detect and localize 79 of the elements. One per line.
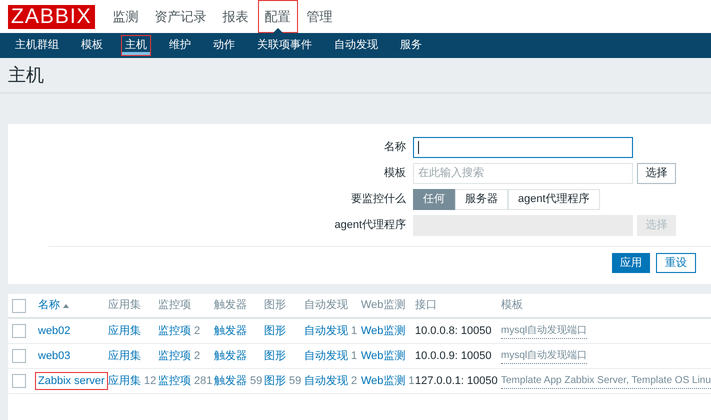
interface-cell: 127.0.0.1: 10050 — [415, 374, 498, 387]
template-search-field[interactable]: 在此输入搜索 — [413, 162, 633, 184]
sub-menu-item[interactable]: 模板 — [77, 35, 107, 56]
page-title: 主机 — [8, 64, 44, 86]
sub-menu-item[interactable]: 主机群组 — [11, 35, 63, 56]
column-header[interactable]: 监控项 — [158, 297, 191, 314]
link-count: 59 — [289, 374, 302, 389]
main-menu-item[interactable]: 监测 — [106, 0, 146, 33]
host-link[interactable]: 触发器 — [214, 372, 247, 390]
main-menu-item[interactable]: 配置 — [258, 0, 298, 33]
host-link[interactable]: 自动发现 — [304, 348, 348, 364]
main-menu-item[interactable]: 资产记录 — [148, 0, 214, 33]
column-header[interactable]: 自动发现 — [304, 297, 348, 314]
host-link[interactable]: 触发器 — [214, 322, 247, 340]
sort-up-icon — [63, 304, 69, 308]
row-checkbox[interactable] — [12, 349, 26, 363]
template-link[interactable]: mysql自动发现端口 — [501, 323, 588, 339]
sub-menu-item[interactable]: 主机 — [121, 35, 151, 56]
row-checkbox[interactable] — [12, 374, 26, 388]
host-link[interactable]: 监控项 — [158, 372, 191, 390]
field-label: 名称 — [383, 140, 407, 155]
interface-cell: 10.0.0.8: 10050 — [415, 324, 492, 337]
host-link[interactable]: 图形 — [264, 372, 286, 390]
column-header[interactable]: 模板 — [501, 297, 523, 314]
main-menu-item[interactable]: 管理 — [300, 0, 340, 33]
column-header[interactable]: 接口 — [415, 297, 437, 314]
field-label: 要监控什么 — [350, 192, 407, 207]
column-header[interactable]: 应用集 — [108, 297, 141, 314]
text-cursor-icon — [418, 140, 419, 154]
link-count: 59 — [250, 374, 262, 389]
sub-menu-item[interactable]: 关联项事件 — [253, 35, 316, 56]
column-header[interactable]: 名称 — [38, 297, 60, 314]
link-count: 281 — [194, 374, 212, 389]
host-link[interactable]: 触发器 — [214, 348, 247, 364]
field-label: agent代理程序 — [333, 218, 407, 233]
select-button[interactable]: 选择 — [637, 162, 676, 184]
host-link[interactable]: Web监测 — [361, 348, 406, 364]
reset-button[interactable]: 重设 — [656, 253, 696, 273]
column-header[interactable]: Web监测 — [361, 297, 406, 314]
host-link[interactable]: 图形 — [264, 322, 286, 340]
host-name-link[interactable]: web02 — [35, 322, 74, 340]
segment-option[interactable]: agent代理程序 — [508, 188, 600, 210]
sub-menu-item[interactable]: 自动发现 — [330, 35, 382, 56]
link-count: 1 — [408, 374, 415, 389]
link-count: 1 — [351, 348, 358, 364]
host-link[interactable]: 自动发现 — [304, 372, 348, 390]
column-header[interactable]: 图形 — [264, 297, 286, 314]
host-name-link[interactable]: web03 — [35, 346, 74, 366]
sub-menu-item[interactable]: 服务 — [396, 35, 426, 56]
row-checkbox[interactable] — [12, 324, 26, 338]
link-count: 2 — [194, 324, 200, 339]
main-menu-item[interactable]: 报表 — [216, 0, 256, 33]
name-input[interactable] — [413, 136, 633, 158]
host-link[interactable]: 监控项 — [158, 322, 191, 340]
host-link[interactable]: Web监测 — [361, 322, 406, 340]
template-link[interactable]: mysql自动发现端口 — [501, 348, 588, 364]
host-link[interactable]: 自动发现 — [304, 322, 348, 340]
host-link[interactable]: 应用集 — [108, 372, 141, 390]
template-link[interactable]: Template App Zabbix Server, Template OS Linu — [501, 373, 711, 389]
host-link[interactable]: 应用集 — [108, 322, 141, 340]
logo[interactable]: ZABBIX — [8, 4, 95, 28]
link-count: 12 — [144, 374, 156, 389]
link-count: 2 — [194, 348, 200, 364]
host-link[interactable]: Web监测 — [361, 372, 406, 390]
host-link[interactable]: 监控项 — [158, 348, 191, 364]
link-count: 2 — [351, 374, 358, 389]
segment-option[interactable]: 服务器 — [455, 188, 508, 210]
interface-cell: 10.0.0.9: 10050 — [415, 350, 492, 362]
segment-option[interactable]: 任何 — [413, 188, 455, 210]
host-link[interactable]: 图形 — [264, 348, 286, 364]
column-header[interactable]: 触发器 — [214, 297, 247, 314]
row-checkbox[interactable] — [12, 298, 26, 312]
sub-menu-item[interactable]: 动作 — [209, 35, 239, 56]
sub-menu-item[interactable]: 维护 — [165, 35, 195, 56]
field-label: 模板 — [383, 166, 407, 181]
apply-button[interactable]: 应用 — [612, 253, 650, 273]
host-name-link[interactable]: Zabbix server — [35, 372, 108, 390]
link-count: 1 — [351, 324, 358, 339]
host-link[interactable]: 应用集 — [108, 348, 141, 364]
